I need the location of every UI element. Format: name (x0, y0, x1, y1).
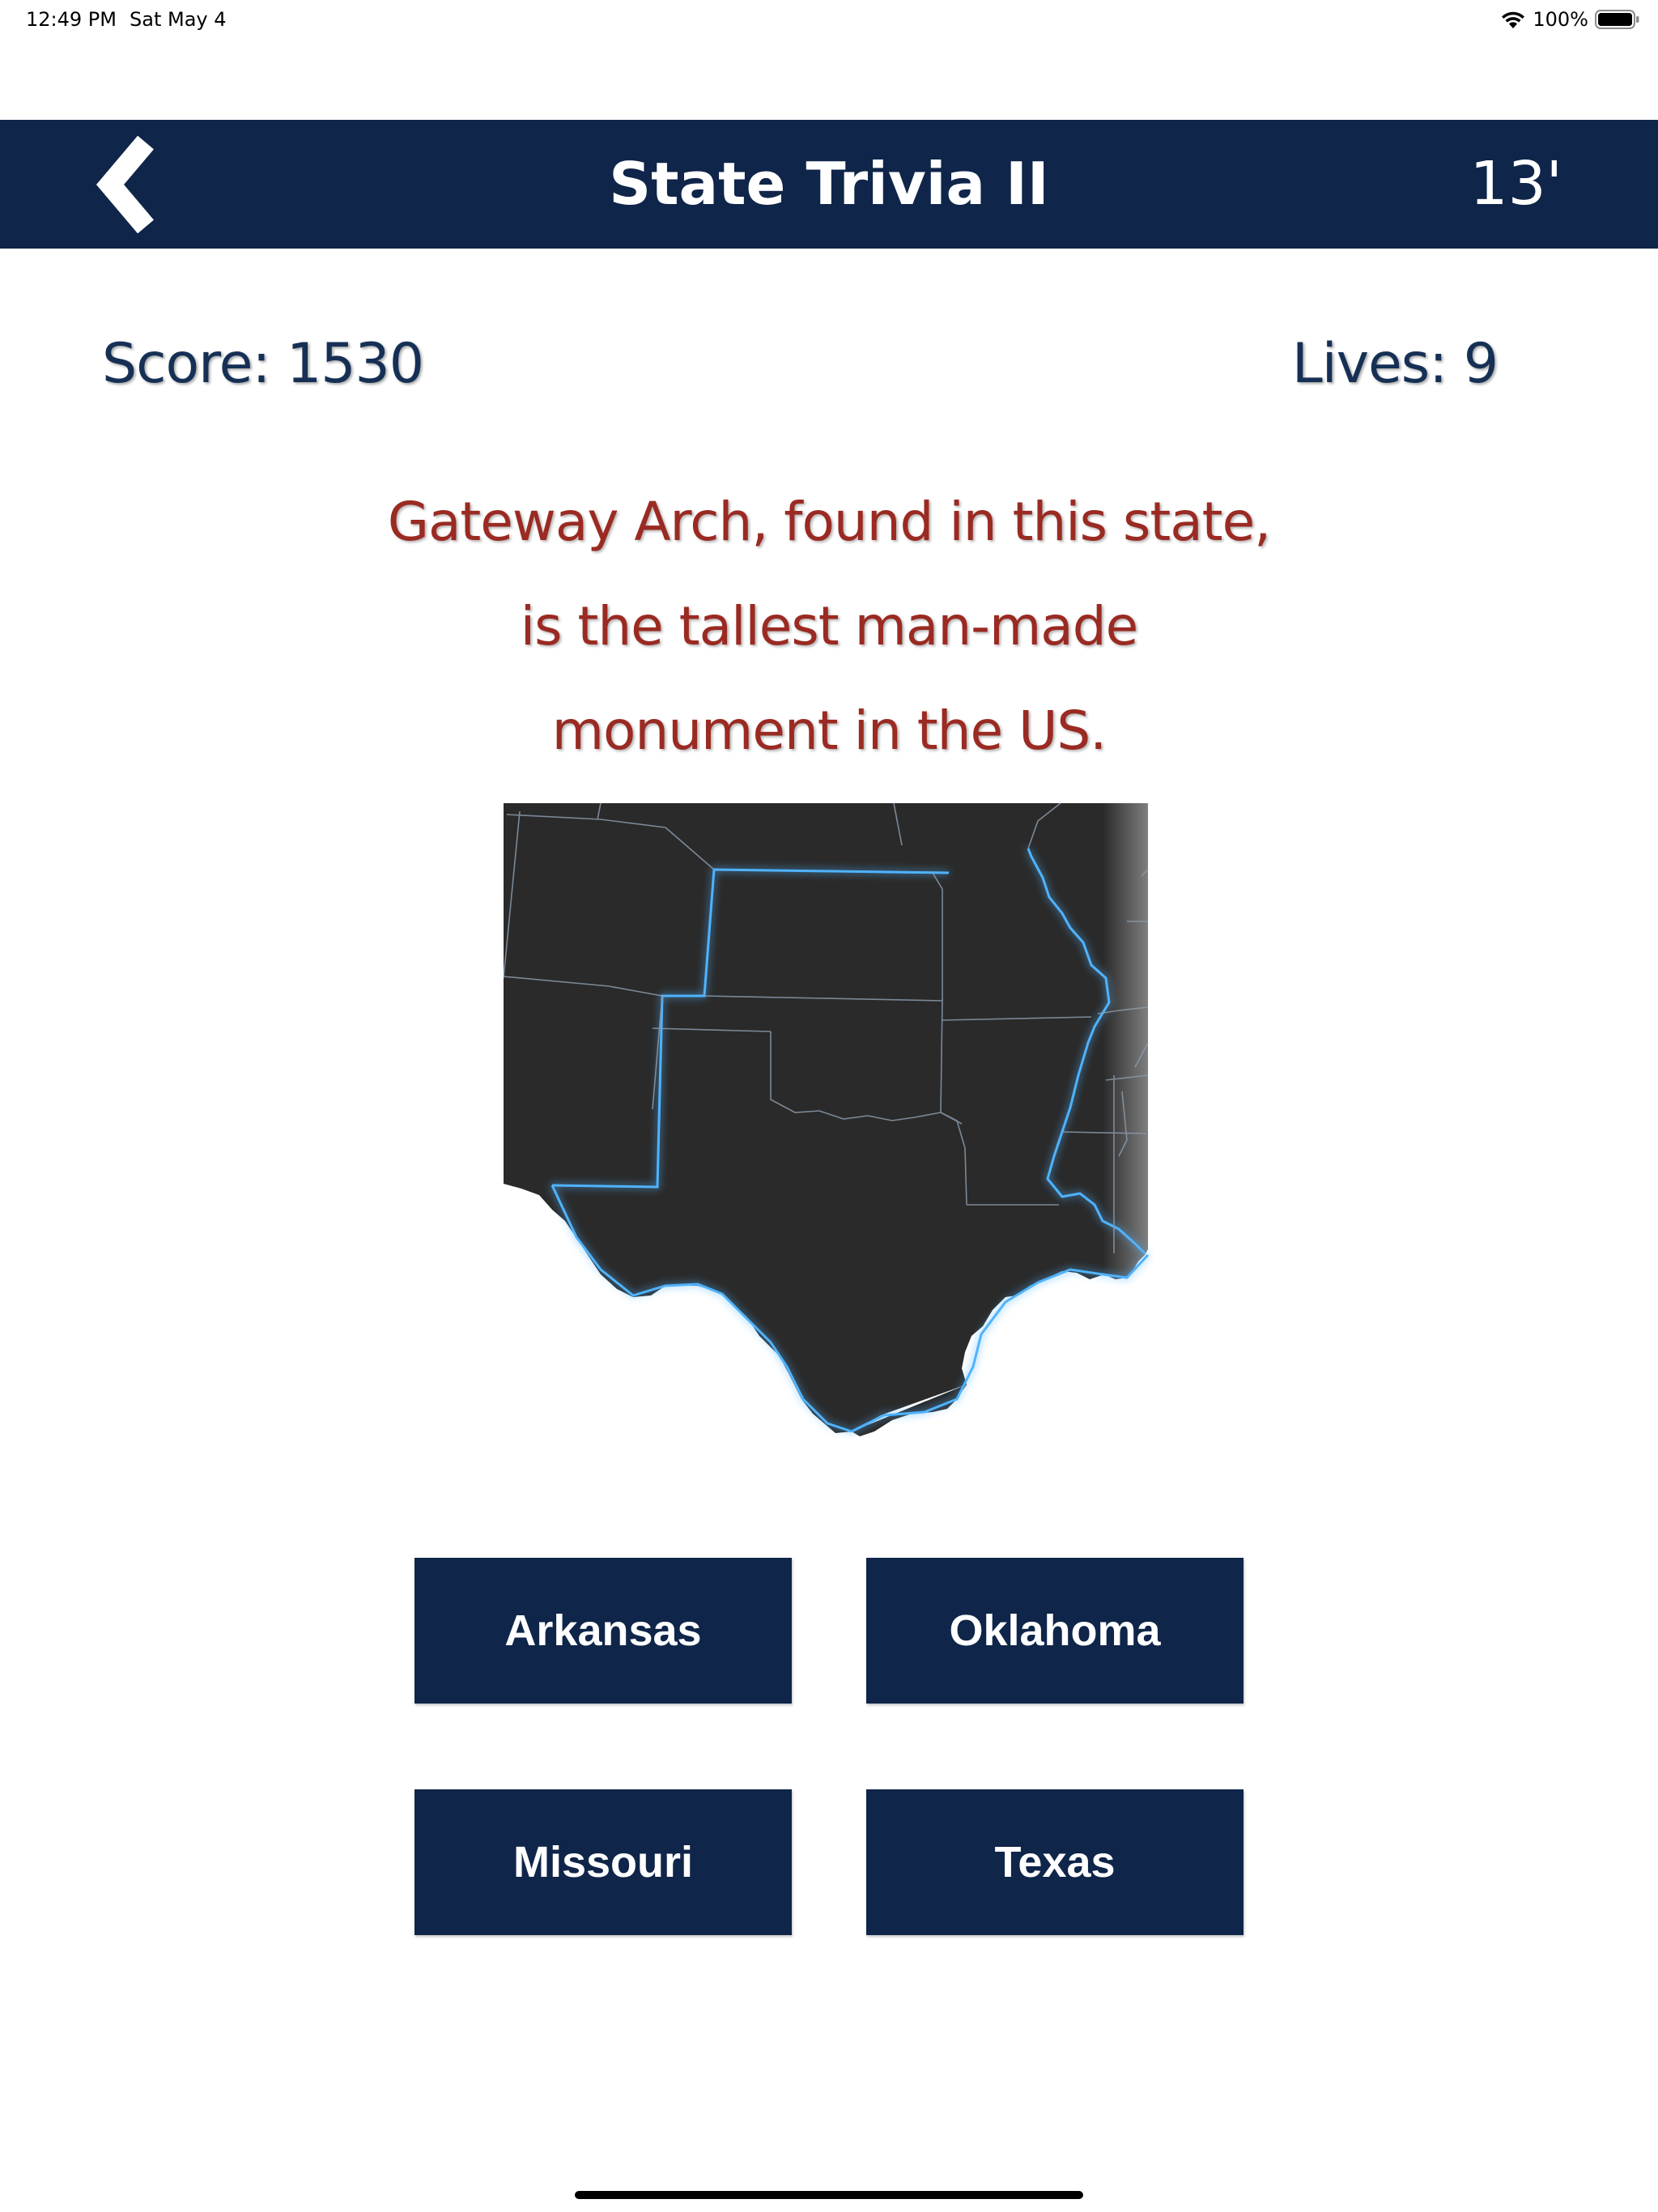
answer-button-arkansas[interactable]: Arkansas (414, 1558, 792, 1704)
wifi-icon (1500, 9, 1526, 30)
battery-percentage: 100% (1533, 8, 1588, 31)
answer-button-missouri[interactable]: Missouri (414, 1789, 792, 1935)
region-map (504, 802, 1150, 1436)
question-text: Gateway Arch, found in this state, is th… (303, 470, 1355, 783)
chevron-left-icon (96, 135, 154, 234)
answer-button-texas[interactable]: Texas (866, 1789, 1244, 1935)
back-button[interactable] (96, 135, 185, 234)
page-title: State Trivia II (609, 150, 1049, 218)
status-date: Sat May 4 (130, 8, 227, 31)
header-bar: State Trivia II 13' (0, 120, 1658, 249)
score-label: Score: 1530 (102, 332, 424, 396)
question-line-3: monument in the US. (551, 700, 1107, 762)
battery-icon (1595, 9, 1640, 30)
answer-button-oklahoma[interactable]: Oklahoma (866, 1558, 1244, 1704)
status-time: 12:49 PM (26, 8, 117, 31)
question-line-1: Gateway Arch, found in this state, (387, 491, 1271, 553)
home-indicator[interactable] (575, 2191, 1083, 2199)
timer: 13' (1469, 149, 1562, 219)
lives-label: Lives: 9 (1291, 332, 1499, 396)
question-line-2: is the tallest man-made (520, 595, 1138, 657)
status-indicators: 100% (1500, 6, 1640, 32)
landmass (504, 803, 1148, 1433)
status-bar: 12:49 PM Sat May 4 100% (0, 0, 1658, 39)
